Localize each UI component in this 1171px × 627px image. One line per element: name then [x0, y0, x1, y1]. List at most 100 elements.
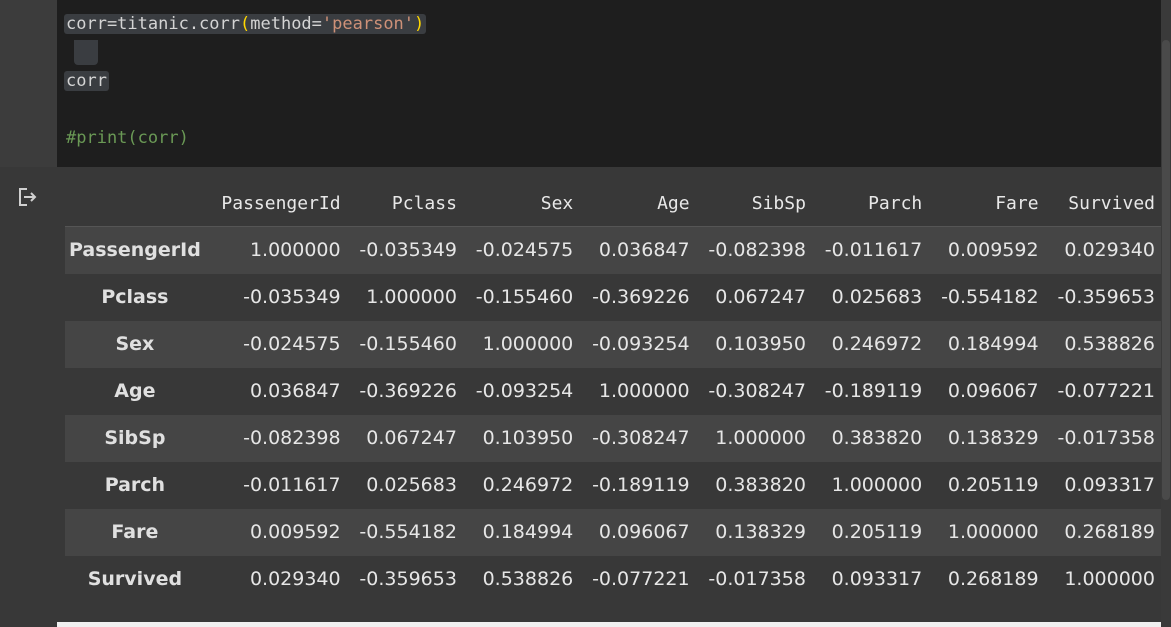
- table-cell: 0.246972: [831, 333, 923, 355]
- table-cell: 0.184994: [482, 521, 574, 543]
- index-header: [65, 181, 207, 227]
- table-cell: -0.359653: [359, 568, 457, 590]
- table-row: Pclass -0.035349 1.000000 -0.155460 -0.36922…: [65, 273, 1161, 321]
- table-cell: -0.189119: [824, 380, 923, 402]
- table-cell: 0.538826: [1064, 333, 1155, 355]
- table-cell: 0.009592: [249, 521, 341, 543]
- table-cell: 1.000000: [947, 521, 1039, 543]
- table-cell: -0.024575: [475, 239, 574, 262]
- table-row: Fare 0.009592 -0.554182 0.184994 0.096067 0.1…: [65, 508, 1161, 556]
- table-cell: 0.268189: [1064, 521, 1155, 543]
- table-cell: 0.268189: [947, 568, 1039, 590]
- table-cell: -0.093254: [592, 333, 690, 355]
- column-header: Pclass: [346, 181, 463, 227]
- code-line-3[interactable]: #print(corr): [66, 125, 189, 151]
- column-header: Survived: [1044, 181, 1161, 227]
- code-line-1[interactable]: corr=titanic.corr(method='pearson'): [64, 11, 427, 37]
- code-line-2-text: corr: [64, 71, 109, 91]
- table-cell: -0.011617: [824, 239, 923, 262]
- table-cell: -0.035349: [243, 286, 341, 308]
- table-cell: 1.000000: [366, 286, 457, 308]
- code-cell-gutter: [0, 0, 57, 167]
- table-cell: 0.025683: [366, 474, 457, 496]
- column-header: Parch: [811, 181, 929, 227]
- table-cell: -0.082398: [708, 239, 806, 262]
- table-cell: -0.369226: [359, 380, 457, 402]
- table-cell: -0.155460: [475, 286, 574, 308]
- table-cell: -0.308247: [592, 427, 690, 449]
- table-cell: -0.369226: [592, 286, 690, 308]
- row-index-label: Fare: [111, 521, 159, 543]
- table-cell: 1.000000: [715, 427, 806, 449]
- code-token-string: 'pearson': [321, 14, 415, 34]
- code-editor[interactable]: corr=titanic.corr(method='pearson') corr…: [57, 0, 1161, 167]
- table-cell: 0.138329: [947, 427, 1039, 449]
- table-cell: 0.184994: [947, 333, 1039, 355]
- table-cell: -0.077221: [1057, 380, 1155, 402]
- table-cell: 0.096067: [598, 521, 690, 543]
- table-cell: 0.067247: [366, 427, 457, 449]
- code-line-1-highlight: corr=titanic.corr(method='pearson'): [64, 14, 427, 34]
- row-index-label: PassengerId: [69, 239, 201, 262]
- table-cell: 0.383820: [715, 474, 806, 496]
- table-cell: 0.138329: [715, 521, 806, 543]
- row-index-label: Age: [114, 380, 156, 402]
- table-cell: 0.067247: [715, 286, 806, 308]
- code-token-open-paren: (: [240, 14, 251, 34]
- indent-marker: [74, 40, 98, 65]
- scrollbar-thumb[interactable]: [1162, 40, 1170, 500]
- table-cell: 0.029340: [249, 568, 341, 590]
- table-cell: -0.359653: [1057, 286, 1155, 308]
- table-cell: -0.082398: [243, 427, 341, 449]
- table-cell: -0.554182: [359, 521, 457, 543]
- table-row: PassengerId 1.000000 -0.035349 -0.024575 0.0…: [65, 226, 1161, 274]
- table-cell: -0.093254: [475, 380, 574, 402]
- table-row: Age 0.036847 -0.369226 -0.093254 1.000000 -0.…: [65, 367, 1161, 415]
- table-cell: -0.077221: [592, 568, 690, 590]
- row-index-label: Parch: [104, 474, 166, 496]
- table-cell: 0.538826: [482, 568, 574, 590]
- table-header-row: PassengerId Pclass Sex Age SibSp Parch F…: [65, 181, 1161, 227]
- row-index-label: Sex: [115, 333, 155, 355]
- code-token-close-paren: ): [414, 14, 425, 34]
- table-cell: 0.036847: [598, 239, 690, 262]
- table-cell: 1.000000: [598, 380, 690, 402]
- row-index-label: SibSp: [104, 427, 166, 449]
- table-cell: 0.036847: [249, 380, 341, 402]
- column-header: Sex: [462, 181, 580, 227]
- column-header: SibSp: [695, 181, 812, 227]
- code-token-arg: method=: [250, 14, 322, 34]
- cell-bottom-border: [57, 622, 1161, 627]
- table-row: Sex -0.024575 -0.155460 1.000000 -0.093254 0.…: [65, 320, 1161, 368]
- dataframe-table: PassengerId Pclass Sex Age SibSp Parch F…: [65, 181, 1161, 603]
- table-cell: -0.011617: [243, 474, 341, 496]
- table-cell: -0.017358: [1057, 427, 1155, 449]
- table-cell: 0.025683: [831, 286, 923, 308]
- table-cell: 0.383820: [831, 427, 923, 449]
- table-cell: 0.246972: [482, 474, 574, 496]
- table-cell: -0.017358: [708, 568, 806, 590]
- table-cell: 0.093317: [831, 568, 923, 590]
- table-cell: -0.155460: [359, 333, 457, 355]
- table-cell: -0.308247: [708, 380, 806, 402]
- table-row: Parch -0.011617 0.025683 0.246972 -0.189119 0…: [65, 461, 1161, 509]
- column-header: Age: [579, 181, 696, 227]
- cell-output: PassengerId Pclass Sex Age SibSp Parch F…: [0, 167, 1161, 627]
- table-cell: 0.096067: [947, 380, 1039, 402]
- table-cell: -0.554182: [941, 286, 1039, 308]
- row-index-label: Pclass: [101, 286, 169, 308]
- table-cell: 1.000000: [482, 333, 574, 355]
- table-cell: -0.035349: [359, 239, 457, 262]
- table-cell: 0.103950: [482, 427, 574, 449]
- table-cell: -0.024575: [243, 333, 341, 355]
- row-index-label: Survived: [87, 568, 183, 590]
- table-cell: 0.103950: [715, 333, 806, 355]
- table-row: SibSp -0.082398 0.067247 0.103950 -0.308247 1…: [65, 414, 1161, 462]
- code-line-2[interactable]: corr: [64, 68, 109, 94]
- table-cell: 0.093317: [1064, 474, 1155, 496]
- output-redirect-icon[interactable]: [14, 185, 40, 209]
- vertical-scrollbar[interactable]: [1161, 0, 1171, 627]
- table-cell: 1.000000: [249, 239, 341, 262]
- table-cell: 1.000000: [1064, 568, 1155, 590]
- table-cell: 1.000000: [831, 474, 923, 496]
